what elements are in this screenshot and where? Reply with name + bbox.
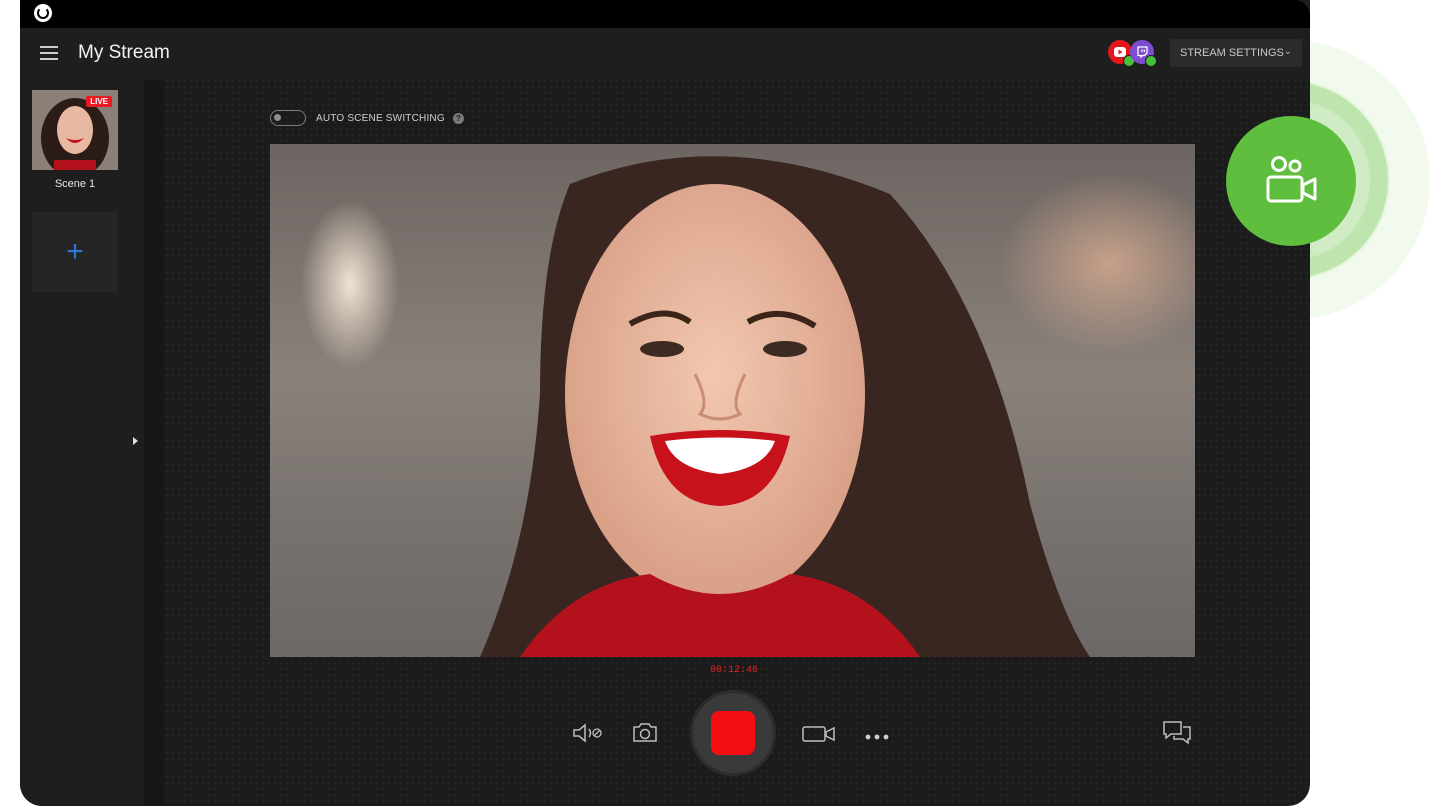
menu-icon[interactable] (40, 46, 58, 60)
stream-settings-button[interactable]: STREAM SETTINGS ⌄ (1170, 39, 1302, 67)
video-preview (270, 144, 1195, 657)
snapshot-camera-icon[interactable] (632, 721, 658, 748)
video-preview-image (270, 144, 1195, 657)
titlebar (20, 0, 1310, 28)
auto-switch-label: AUTO SCENE SWITCHING (316, 113, 445, 124)
record-button[interactable] (690, 690, 776, 776)
control-bar (20, 690, 1310, 780)
add-scene-button[interactable]: + (32, 212, 118, 292)
scene-thumbnail[interactable]: LIVE (32, 90, 118, 170)
auto-scene-switching: AUTO SCENE SWITCHING ? (270, 110, 464, 126)
header: My Stream STREAM SETTINGS ⌄ (20, 28, 1310, 80)
mute-audio-icon[interactable] (572, 722, 604, 749)
page-title: My Stream (78, 42, 170, 64)
connected-dot (1145, 55, 1157, 67)
live-badge: LIVE (86, 96, 112, 107)
app-logo-icon (34, 4, 52, 22)
camera-source-button[interactable] (1226, 116, 1356, 246)
youtube-icon[interactable] (1108, 40, 1132, 64)
expand-arrow-icon[interactable] (133, 437, 138, 445)
record-stop-icon (711, 711, 755, 755)
chevron-down-icon: ⌄ (1284, 46, 1292, 57)
stream-settings-label: STREAM SETTINGS (1180, 47, 1284, 59)
twitch-icon[interactable] (1130, 40, 1154, 64)
video-camera-icon[interactable] (802, 725, 836, 748)
recording-timer: 00:12:46 (710, 665, 758, 676)
help-icon[interactable]: ? (453, 113, 464, 124)
camera-people-icon (1263, 155, 1319, 207)
app-window: My Stream STREAM SETTINGS ⌄ (20, 0, 1310, 806)
chat-icon[interactable] (1162, 720, 1192, 751)
auto-switch-toggle[interactable] (270, 110, 306, 126)
more-options-icon[interactable] (864, 728, 890, 746)
scene-label: Scene 1 (32, 178, 118, 190)
platform-status[interactable] (1108, 40, 1158, 70)
plus-icon: + (66, 235, 84, 269)
